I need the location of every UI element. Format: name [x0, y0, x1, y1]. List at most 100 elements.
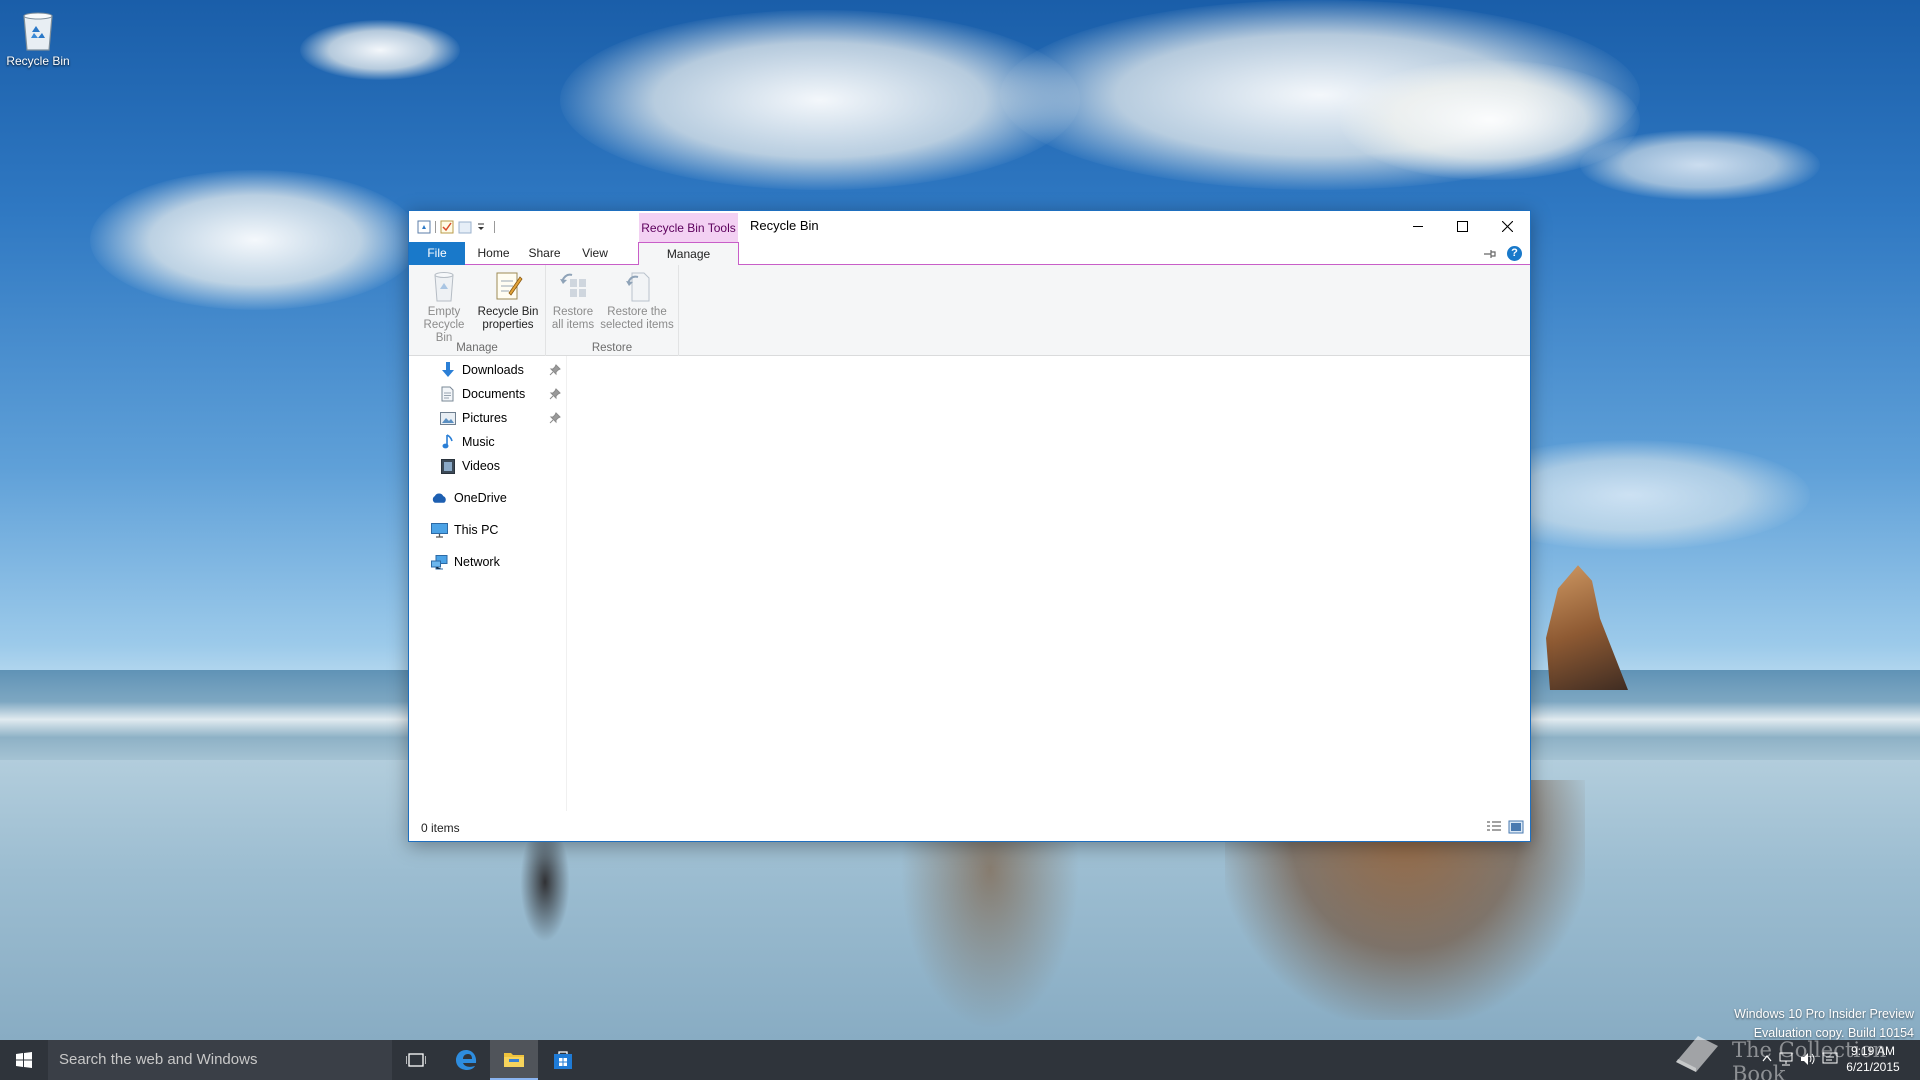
windows-logo-icon: [16, 1052, 32, 1068]
figure-reflection: [520, 842, 570, 942]
network-icon: [431, 554, 448, 571]
this-pc-icon: [431, 522, 448, 539]
context-tab-recycle-bin-tools: Recycle Bin Tools: [639, 213, 738, 242]
button-label: Empty: [427, 306, 461, 318]
pin-icon[interactable]: [549, 412, 561, 424]
tab-view[interactable]: View: [573, 242, 617, 265]
pin-icon[interactable]: [549, 388, 561, 400]
help-icon[interactable]: ?: [1507, 246, 1522, 261]
recycle-bin-icon: [18, 8, 58, 52]
nav-item-label: Downloads: [462, 363, 524, 377]
restore-all-items-button[interactable]: Restore all items: [550, 269, 596, 332]
taskbar: Search the web and Windows 9:19 AM 6/21/…: [0, 1040, 1920, 1080]
edge-icon: [456, 1050, 477, 1070]
tab-share[interactable]: Share: [522, 242, 567, 265]
tab-home[interactable]: Home: [471, 242, 516, 265]
empty-recycle-bin-icon: [429, 269, 459, 303]
close-button[interactable]: [1485, 211, 1530, 241]
large-icons-view-icon[interactable]: [1508, 820, 1524, 834]
pictures-icon: [439, 410, 456, 427]
logo-text: The Collection Book: [1732, 1038, 1887, 1080]
file-list-area[interactable]: [568, 356, 1530, 811]
ribbon-group-manage: Empty Recycle Bin Recycle Bin properties…: [409, 265, 546, 356]
recycle-bin-properties-button[interactable]: Recycle Bin properties: [475, 269, 541, 332]
edge-button[interactable]: [442, 1040, 490, 1080]
nav-item-music[interactable]: Music: [439, 432, 495, 452]
file-explorer-button[interactable]: [490, 1040, 538, 1080]
search-box[interactable]: Search the web and Windows: [48, 1040, 392, 1080]
nav-item-network[interactable]: Network: [431, 552, 500, 572]
button-label: all items: [551, 319, 595, 331]
restore-selected-items-button[interactable]: Restore the selected items: [598, 269, 676, 332]
ribbon: Empty Recycle Bin Recycle Bin properties…: [409, 265, 1530, 356]
ribbon-group-label: Restore: [591, 342, 633, 354]
ribbon-group-label: Manage: [456, 342, 498, 354]
maximize-icon: [1457, 220, 1468, 232]
nav-item-documents[interactable]: Documents: [439, 384, 525, 404]
nav-item-label: Pictures: [462, 411, 508, 425]
properties-small-icon[interactable]: [440, 220, 454, 234]
status-bar: 0 items: [409, 815, 1530, 841]
downloads-icon: [439, 362, 456, 379]
close-icon: [1502, 220, 1513, 232]
separator: [494, 220, 495, 233]
nav-item-videos[interactable]: Videos: [439, 456, 500, 476]
nav-item-label: Music: [462, 435, 495, 449]
pin-ribbon-icon[interactable]: [1483, 248, 1497, 260]
title-bar[interactable]: Recycle Bin Tools Recycle Bin: [409, 211, 1530, 242]
view-toggle: [1486, 820, 1524, 834]
button-label: Recycle Bin: [477, 306, 539, 318]
task-view-button[interactable]: [392, 1040, 440, 1080]
new-folder-small-icon[interactable]: [458, 220, 472, 234]
nav-item-label: Documents: [462, 387, 526, 401]
rock-reflection: [900, 830, 1080, 1030]
ribbon-right-controls: ?: [1483, 246, 1522, 261]
cloud: [90, 170, 420, 310]
ribbon-group-restore: Restore all items Restore the selected i…: [546, 265, 679, 356]
nav-item-label: Videos: [462, 459, 500, 473]
tab-manage[interactable]: Manage: [638, 242, 739, 266]
file-explorer-icon: [504, 1053, 524, 1067]
site-logo: The Collection Book: [1672, 1028, 1912, 1080]
nav-item-onedrive[interactable]: OneDrive: [431, 488, 507, 508]
explorer-window: Recycle Bin Tools Recycle Bin File Home …: [408, 210, 1531, 842]
details-view-icon[interactable]: [1486, 820, 1502, 834]
button-label: selected items: [600, 319, 674, 331]
documents-icon: [439, 386, 456, 403]
cloud: [1580, 130, 1820, 200]
button-label: Restore: [552, 306, 594, 318]
music-icon: [439, 434, 456, 451]
store-icon: [554, 1051, 572, 1069]
button-label: Restore the: [607, 306, 667, 318]
nav-item-label: This PC: [454, 523, 499, 537]
onedrive-icon: [431, 490, 448, 507]
item-count: 0 items: [421, 821, 460, 835]
window-title: Recycle Bin: [750, 218, 819, 233]
book-logo-icon: [1676, 1036, 1718, 1072]
recycle-bin-small-icon[interactable]: [417, 220, 431, 234]
separator: [435, 220, 436, 233]
minimize-button[interactable]: [1395, 211, 1440, 241]
cloud: [300, 20, 460, 80]
nav-item-downloads[interactable]: Downloads: [439, 360, 524, 380]
navigation-pane[interactable]: Downloads Documents Pictures Music Video…: [409, 356, 567, 811]
desktop-icon-label: Recycle Bin: [6, 54, 70, 68]
nav-item-label: OneDrive: [454, 491, 507, 505]
start-button[interactable]: [0, 1040, 48, 1080]
restore-all-icon: [558, 269, 588, 303]
empty-recycle-bin-button[interactable]: Empty Recycle Bin: [415, 269, 473, 345]
desktop-icon-recycle-bin[interactable]: Recycle Bin: [4, 6, 72, 68]
store-button[interactable]: [539, 1040, 587, 1080]
quick-access-toolbar: [417, 218, 495, 235]
tab-file[interactable]: File: [409, 242, 465, 265]
nav-item-pictures[interactable]: Pictures: [439, 408, 507, 428]
pin-icon[interactable]: [549, 364, 561, 376]
maximize-button[interactable]: [1440, 211, 1485, 241]
ribbon-tabs: File Home Share View Manage ?: [409, 242, 1530, 266]
minimize-icon: [1412, 226, 1423, 227]
nav-item-this-pc[interactable]: This PC: [431, 520, 498, 540]
watermark-line: Windows 10 Pro Insider Preview: [1734, 1007, 1914, 1021]
customize-qat-icon[interactable]: [476, 220, 490, 234]
task-view-icon: [406, 1053, 426, 1067]
videos-icon: [439, 458, 456, 475]
